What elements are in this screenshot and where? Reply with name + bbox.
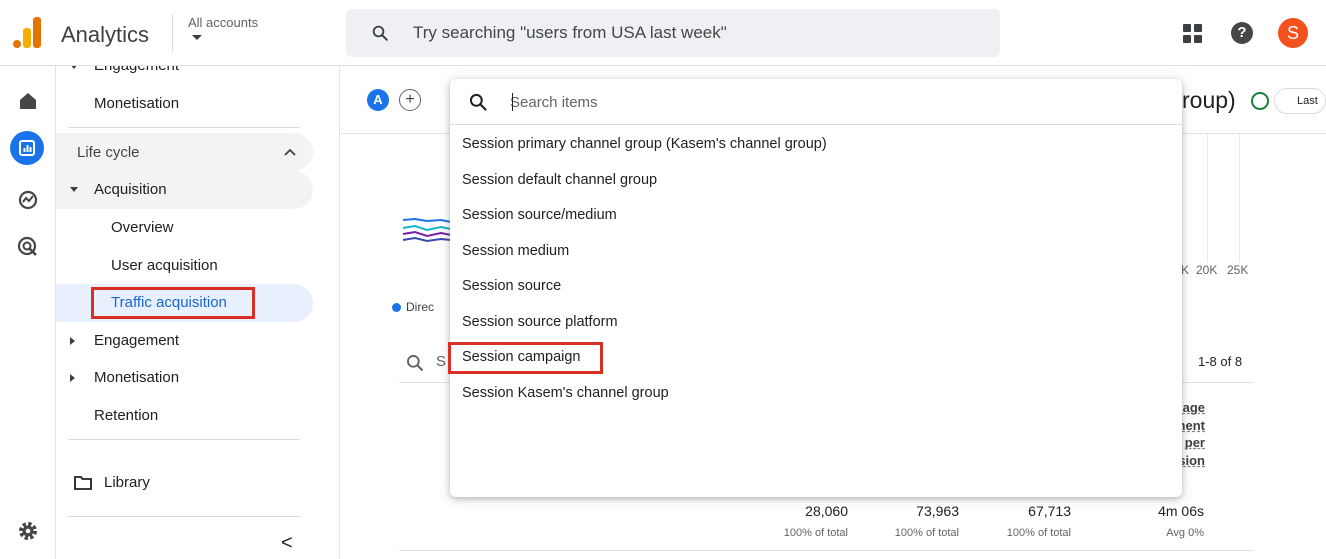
table-search-fragment[interactable]: S — [436, 353, 446, 370]
account-caret-down-icon[interactable] — [192, 35, 202, 40]
chevron-right-icon — [70, 337, 75, 345]
app-title[interactable]: Analytics — [61, 22, 149, 48]
dropdown-option[interactable]: Session primary channel group (Kasem's c… — [462, 136, 827, 152]
collapse-nav-chevron-left-icon[interactable]: < — [281, 532, 293, 555]
account-avatar[interactable]: S — [1278, 18, 1308, 48]
nav-item-user-acquisition[interactable]: User acquisition — [111, 257, 218, 274]
total-sub: 100% of total — [1006, 527, 1071, 539]
table-divider — [399, 550, 1254, 551]
total-sub: 100% of total — [894, 527, 959, 539]
help-icon[interactable]: ? — [1231, 22, 1253, 44]
home-icon[interactable] — [15, 88, 41, 114]
chevron-up-icon[interactable] — [284, 148, 296, 156]
dropdown-option[interactable]: Session source/medium — [462, 207, 617, 223]
date-range-label: Last — [1297, 95, 1318, 107]
nav-item-engagement-partial[interactable]: Engagement — [94, 66, 179, 74]
total-value: 4m 06s — [1158, 503, 1204, 519]
chevron-down-icon — [70, 66, 78, 69]
settings-icon[interactable] — [15, 518, 41, 544]
search-icon[interactable] — [405, 353, 425, 373]
chart-gridline — [1239, 134, 1240, 262]
nav-divider — [68, 516, 300, 517]
comparison-chip-a[interactable]: A — [367, 89, 389, 111]
axis-tick: 20K — [1196, 263, 1218, 277]
analytics-logo-icon[interactable] — [13, 16, 43, 48]
chart-gridline — [1207, 134, 1208, 262]
nav-acquisition-label: Acquisition — [94, 181, 167, 198]
chevron-down-icon — [70, 187, 78, 192]
report-title-fragment: roup) — [1182, 87, 1236, 113]
highlight-box — [448, 342, 603, 374]
chevron-right-icon — [70, 374, 75, 382]
dropdown-option[interactable]: Session Kasem's channel group — [462, 385, 669, 401]
highlight-box — [91, 287, 255, 319]
dropdown-option[interactable]: Session medium — [462, 243, 569, 259]
side-nav: Engagement Monetisation Life cycle Acqui… — [56, 66, 340, 559]
account-selector-label[interactable]: All accounts — [188, 15, 258, 30]
axis-tick: K — [1181, 263, 1190, 277]
total-value: 67,713 — [1028, 503, 1071, 519]
total-value: 28,060 — [805, 503, 848, 519]
nav-item-monetisation[interactable]: Monetisation — [94, 369, 179, 386]
left-rail — [0, 66, 56, 559]
header-divider — [172, 14, 173, 52]
dropdown-option[interactable]: Session source — [462, 278, 561, 294]
apps-grid-icon[interactable] — [1183, 24, 1203, 44]
search-icon — [372, 25, 388, 41]
reports-icon[interactable] — [10, 131, 44, 165]
advertising-icon[interactable] — [15, 234, 41, 260]
nav-item-engagement[interactable]: Engagement — [94, 332, 179, 349]
total-value: 73,963 — [916, 503, 959, 519]
nav-divider — [68, 127, 300, 128]
dropdown-option[interactable]: Session source platform — [462, 314, 618, 330]
dimension-picker-dropdown: Session primary channel group (Kasem's c… — [448, 79, 1182, 497]
nav-item-retention[interactable]: Retention — [94, 407, 158, 424]
add-comparison-plus-icon[interactable]: + — [399, 89, 421, 111]
global-search-placeholder: Try searching "users from USA last week" — [413, 23, 727, 42]
date-range-chip[interactable]: Last — [1274, 88, 1326, 114]
trend-lines-chart — [402, 217, 452, 243]
nav-item-overview[interactable]: Overview — [111, 219, 174, 236]
text-cursor — [512, 93, 513, 111]
total-sub: 100% of total — [783, 527, 848, 539]
top-bar: Analytics All accounts Try searching "us… — [0, 0, 1326, 66]
dropdown-search-bar — [450, 79, 1182, 125]
check-circle-icon[interactable] — [1251, 92, 1269, 110]
global-search-bar[interactable]: Try searching "users from USA last week" — [346, 9, 1000, 57]
total-sub: Avg 0% — [1166, 527, 1204, 539]
search-icon — [469, 93, 487, 111]
nav-item-library[interactable]: Library — [104, 474, 150, 491]
nav-lifecycle-label: Life cycle — [77, 144, 140, 161]
nav-divider — [68, 439, 300, 440]
axis-tick: 25K — [1227, 263, 1249, 277]
dropdown-search-input[interactable] — [510, 89, 1110, 115]
folder-icon — [74, 476, 92, 490]
explore-icon[interactable] — [15, 187, 41, 213]
dropdown-option[interactable]: Session default channel group — [462, 172, 657, 188]
legend-dot — [392, 303, 401, 312]
table-pager: 1-8 of 8 — [1198, 354, 1243, 369]
legend-label: Direc — [406, 300, 435, 314]
nav-item-monetisation-top[interactable]: Monetisation — [94, 95, 179, 112]
